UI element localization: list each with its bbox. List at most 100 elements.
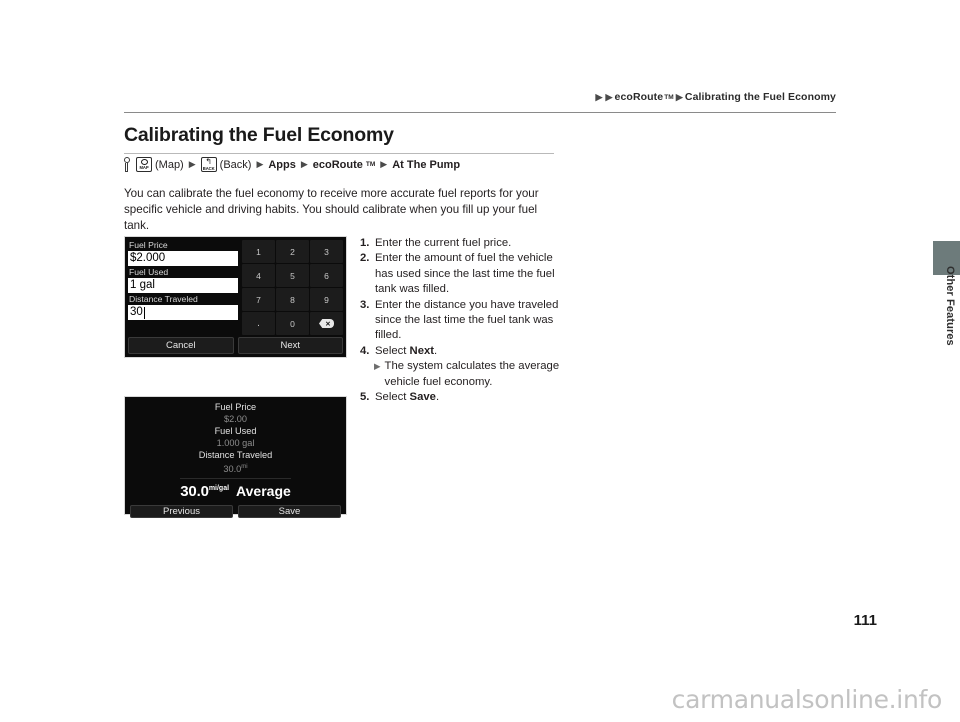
keypad-key-2[interactable]: 2 — [276, 240, 309, 263]
back-button-icon: ↰ BACK — [200, 157, 217, 172]
key-icon — [122, 157, 131, 172]
distance-traveled-input[interactable]: 30 — [128, 305, 238, 320]
navpath-arrow-icon: ▶ — [380, 159, 388, 169]
numeric-keypad: 1 2 3 4 5 6 7 8 9 . 0 ✕ — [242, 240, 343, 335]
average-economy-readout: 30.0mi/gal Average — [180, 478, 291, 505]
step-emphasis-save: Save — [409, 391, 436, 404]
result-fuel-used-label: Fuel Used — [214, 426, 257, 436]
keypad-key-decimal[interactable]: . — [242, 312, 275, 335]
step-text-post: . — [435, 391, 440, 404]
next-button[interactable]: Next — [237, 337, 343, 354]
input-form-actions: Cancel Next — [128, 337, 343, 354]
keypad-key-5[interactable]: 5 — [276, 264, 309, 287]
map-button-icon: MAP — [136, 157, 152, 172]
fuel-used-label: Fuel Used — [129, 267, 169, 277]
result-distance-number: 30.0 — [223, 464, 242, 475]
watermark: carmanualsonline.info — [671, 685, 943, 714]
step-text: Enter the amount of fuel the vehicle has… — [375, 252, 555, 296]
step-number: 1. — [360, 237, 370, 249]
navpath-arrow-icon: ▶ — [300, 159, 308, 169]
back-icon-arrow: ↰ — [205, 157, 212, 167]
step-item: 5. Select Save. — [360, 390, 570, 405]
step-text: Select Next. — [375, 344, 570, 359]
procedure-steps-list: 1. Enter the current fuel price. 2. Ente… — [360, 236, 570, 405]
substep-text: The system calculates the average vehicl… — [384, 360, 560, 388]
distance-traveled-label: Distance Traveled — [129, 294, 198, 304]
navpath-arrow-icon: ▶ — [256, 159, 264, 169]
keypad-key-3[interactable]: 3 — [310, 240, 343, 263]
fuel-price-input[interactable]: $2.000 — [128, 251, 238, 266]
navpath-label-back: (Back) — [219, 158, 252, 171]
step-number: 2. — [360, 252, 370, 265]
backspace-icon: ✕ — [319, 319, 334, 328]
average-economy-number: 30.0 — [180, 483, 209, 501]
fuel-price-value: $2.000 — [130, 252, 166, 264]
device-screenshot-result-summary: Fuel Price $2.00 Fuel Used 1.000 gal Dis… — [124, 396, 347, 519]
text-cursor — [143, 306, 145, 319]
save-button[interactable]: Save — [238, 505, 341, 519]
keypad-key-8[interactable]: 8 — [276, 288, 309, 311]
step-item: 1. Enter the current fuel price. — [360, 236, 570, 251]
breadcrumb-arrow-icon: ▶ — [595, 91, 603, 102]
back-icon-caption: BACK — [202, 165, 215, 171]
step-text: Select Save. — [375, 390, 570, 405]
navpath-trademark-mark: TM — [365, 161, 376, 168]
navpath-item-at-the-pump: At The Pump — [392, 158, 461, 171]
navigation-path: MAP (Map) ▶ ↰ BACK (Back) ▶ Apps ▶ ecoRo… — [122, 157, 460, 172]
result-fuel-price-label: Fuel Price — [214, 402, 257, 412]
section-tab-label: Other Features — [944, 266, 956, 346]
keypad-key-1[interactable]: 1 — [242, 240, 275, 263]
fuel-used-input[interactable]: 1 gal — [128, 278, 238, 293]
distance-traveled-value: 30 — [130, 306, 143, 318]
breadcrumb-item-current-topic: Calibrating the Fuel Economy — [684, 91, 836, 103]
keypad-key-6[interactable]: 6 — [310, 264, 343, 287]
step-text-pre: Select — [375, 391, 410, 404]
breadcrumb-arrow-icon: ▶ — [605, 91, 613, 102]
title-divider — [124, 153, 554, 154]
step-text: Enter the distance you have traveled sin… — [375, 298, 559, 342]
fuel-price-label: Fuel Price — [129, 240, 168, 250]
result-fuel-used-value: 1.000 gal — [216, 438, 255, 448]
input-form-body: Fuel Price $2.000 Fuel Used 1 gal Distan… — [128, 240, 343, 335]
step-text-pre: Select — [375, 344, 410, 357]
page-number: 111 — [853, 612, 877, 629]
average-economy-label: Average — [236, 483, 291, 500]
result-summary-list: Fuel Price $2.00 Fuel Used 1.000 gal Dis… — [130, 401, 341, 505]
step-emphasis-next: Next — [409, 344, 435, 357]
step-substep-item: ▶ The system calculates the average vehi… — [360, 359, 570, 390]
step-item: 3. Enter the distance you have traveled … — [360, 298, 570, 344]
step-text-post: . — [434, 344, 438, 357]
intro-paragraph: You can calibrate the fuel economy to re… — [124, 187, 539, 233]
substep-arrow-icon: ▶ — [374, 361, 381, 372]
breadcrumb-header: ▶ ▶ ecoRoute TM ▶ Calibrating the Fuel Ec… — [594, 91, 836, 103]
result-distance-value: 30.0mi — [223, 461, 247, 475]
result-fuel-price-value: $2.00 — [224, 414, 247, 424]
step-text: Enter the current fuel price. — [375, 237, 512, 249]
map-icon-caption: MAP — [139, 164, 149, 170]
keypad-key-0[interactable]: 0 — [276, 312, 309, 335]
page-title: Calibrating the Fuel Economy — [124, 124, 394, 146]
result-distance-label: Distance Traveled — [198, 450, 273, 460]
breadcrumb-item-ecoroute: ecoRoute — [614, 91, 664, 103]
navpath-item-apps: Apps — [268, 158, 296, 171]
fuel-used-value: 1 gal — [130, 279, 155, 291]
navpath-label-map: (Map) — [155, 158, 184, 171]
step-number: 5. — [360, 391, 370, 404]
input-fields-column: Fuel Price $2.000 Fuel Used 1 gal Distan… — [128, 240, 238, 335]
cancel-button[interactable]: Cancel — [128, 337, 234, 354]
breadcrumb-arrow-icon: ▶ — [675, 91, 683, 102]
keypad-key-7[interactable]: 7 — [242, 288, 275, 311]
step-number: 3. — [360, 298, 370, 311]
keypad-key-4[interactable]: 4 — [242, 264, 275, 287]
average-economy-unit: mi/gal — [208, 485, 230, 493]
step-item: 4. Select Next. — [360, 344, 570, 359]
navpath-arrow-icon: ▶ — [188, 159, 196, 169]
previous-button[interactable]: Previous — [130, 505, 233, 519]
header-divider — [124, 112, 836, 113]
breadcrumb-trademark-mark: TM — [664, 93, 674, 101]
device-screenshot-input-form: Fuel Price $2.000 Fuel Used 1 gal Distan… — [124, 236, 347, 358]
result-distance-unit: mi — [241, 464, 248, 470]
step-item: 2. Enter the amount of fuel the vehicle … — [360, 251, 570, 297]
keypad-key-9[interactable]: 9 — [310, 288, 343, 311]
keypad-backspace-key[interactable]: ✕ — [310, 312, 343, 335]
